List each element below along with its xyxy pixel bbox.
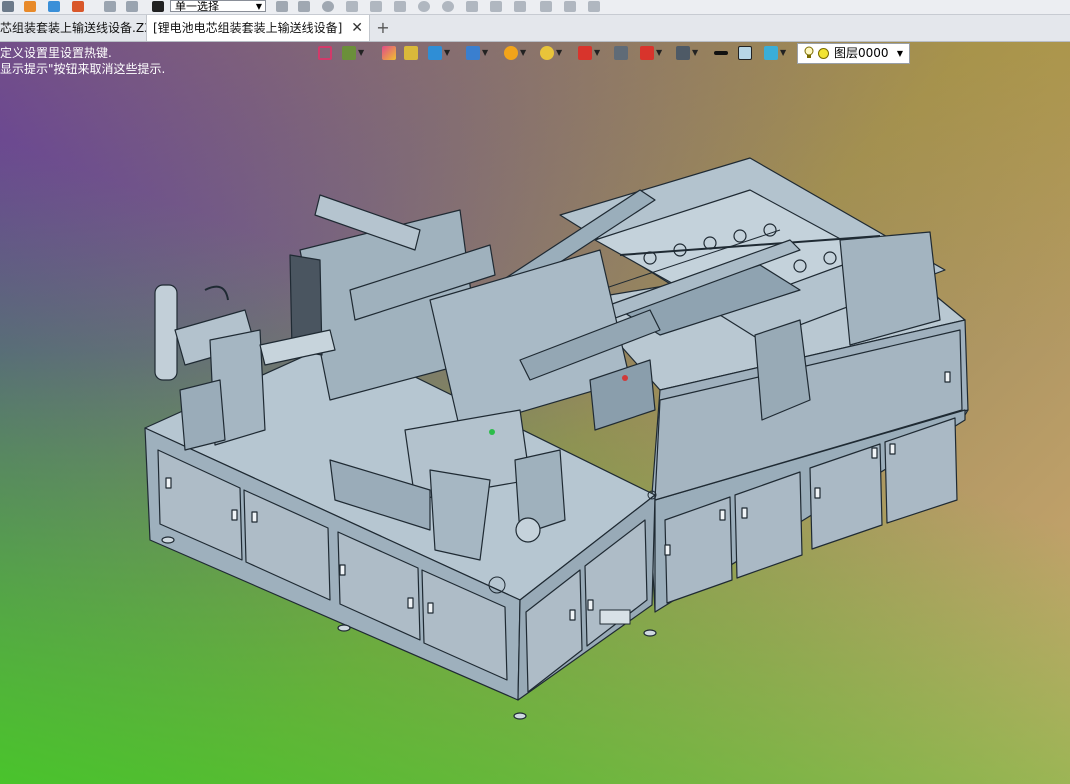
close-icon[interactable]: ✕	[351, 15, 363, 41]
arc-icon[interactable]	[442, 1, 454, 12]
chevron-down-icon: ▼	[444, 48, 451, 57]
layer-value: 图层0000	[834, 46, 889, 60]
trim-icon[interactable]	[514, 1, 526, 12]
play-icon[interactable]	[322, 1, 334, 12]
pick-icon[interactable]	[298, 1, 310, 12]
chevron-down-icon: ▼	[656, 48, 663, 57]
pin-icon[interactable]	[126, 1, 138, 12]
pointer-icon[interactable]	[276, 1, 288, 12]
layer-color-swatch	[818, 48, 829, 59]
save-icon[interactable]	[48, 1, 60, 12]
tab-document-1[interactable]: 芯组装套装上输送线设备.Z3 -	[0, 15, 146, 41]
spline-icon[interactable]	[466, 1, 478, 12]
arrow-line-icon[interactable]	[394, 1, 406, 12]
open-file-icon[interactable]	[24, 1, 36, 12]
save-all-icon[interactable]	[72, 1, 84, 12]
display-mode-icon	[466, 46, 480, 60]
chevron-down-icon: ▼	[780, 48, 787, 57]
points-icon[interactable]	[346, 1, 358, 12]
curve-icon[interactable]	[490, 1, 502, 12]
history-icon[interactable]	[104, 1, 116, 12]
new-tab-button[interactable]: +	[376, 15, 390, 41]
render-icon	[504, 46, 518, 60]
circle-icon[interactable]	[418, 1, 430, 12]
copy-icon[interactable]	[588, 1, 600, 12]
monitor-icon	[676, 46, 690, 60]
chevron-down-icon: ▼	[692, 48, 699, 57]
menu-icon[interactable]	[2, 1, 14, 12]
solid-box-icon	[404, 46, 418, 60]
filter-icon[interactable]	[152, 1, 164, 12]
chevron-down-icon: ▼	[482, 48, 489, 57]
view-cube-icon	[428, 46, 442, 60]
hint-line-2: 显示提示"按钮来取消这些提示.	[0, 62, 166, 76]
zoom-icon	[540, 46, 554, 60]
color-icon	[738, 46, 752, 60]
tab-document-2[interactable]: [锂电池电芯组装套装上输送线设备] ✕	[146, 15, 370, 41]
chevron-down-icon: ▼	[255, 2, 262, 11]
chevron-down-icon: ▼	[594, 48, 601, 57]
pen-icon	[382, 46, 396, 60]
extend-icon[interactable]	[540, 1, 552, 12]
move-icon[interactable]	[564, 1, 576, 12]
hint-line-1: 定义设置里设置热键.	[0, 46, 112, 60]
pan-icon	[578, 46, 592, 60]
chevron-down-icon: ▼	[896, 49, 903, 58]
scene-icon	[342, 46, 356, 60]
line-icon[interactable]	[370, 1, 382, 12]
layer-stack-icon	[764, 46, 778, 60]
tab-document-1-label: 芯组装套装上输送线设备.Z3 -	[0, 21, 146, 35]
frame-icon	[614, 46, 628, 60]
layer-dropdown[interactable]: 图层0000 ▼	[797, 43, 910, 64]
exit-sketch-icon	[318, 46, 332, 60]
3d-viewport[interactable]	[0, 0, 1070, 784]
chevron-down-icon: ▼	[556, 48, 563, 57]
selection-filter-value: 单一选择	[175, 0, 219, 12]
line-style-icon	[714, 51, 728, 55]
document-tab-bar: 芯组装套装上输送线设备.Z3 - [锂电池电芯组装套装上输送线设备] ✕ +	[0, 15, 1070, 42]
quick-access-toolbar: 单一选择 ▼	[0, 0, 1070, 15]
lightbulb-icon	[804, 46, 814, 58]
selection-filter-dropdown[interactable]: 单一选择 ▼	[170, 0, 266, 12]
chevron-down-icon: ▼	[358, 48, 365, 57]
section-icon	[640, 46, 654, 60]
tab-document-2-label: [锂电池电芯组装套装上输送线设备]	[153, 21, 343, 35]
machine-model[interactable]	[0, 0, 1070, 784]
chevron-down-icon: ▼	[520, 48, 527, 57]
